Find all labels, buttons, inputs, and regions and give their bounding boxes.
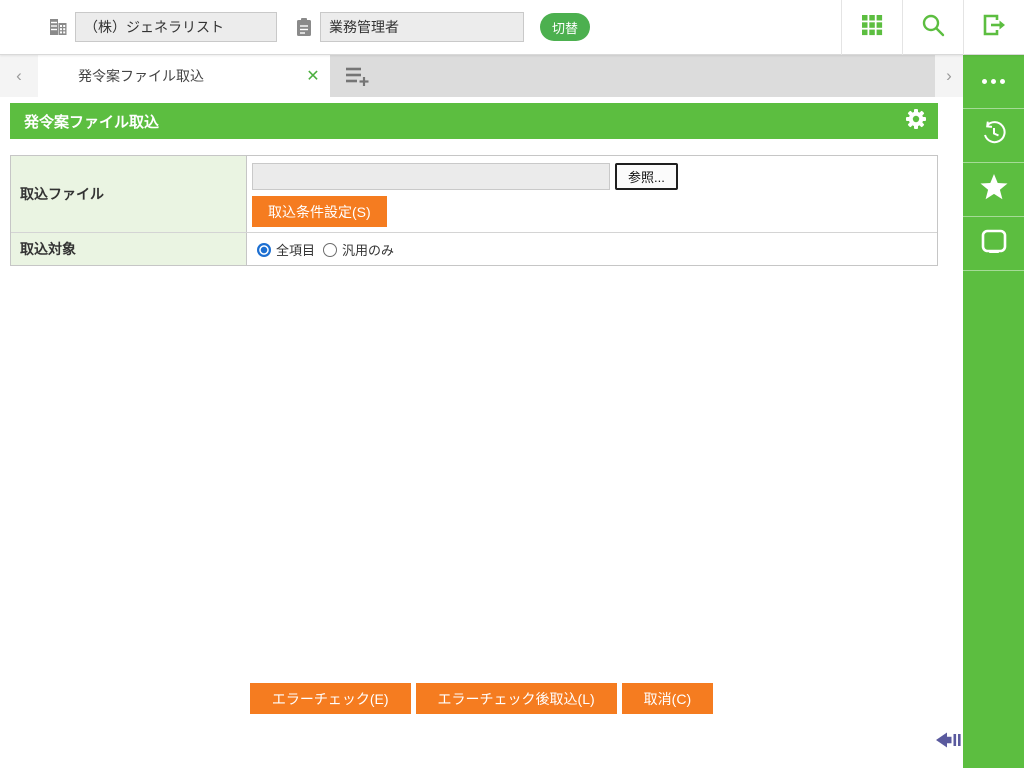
error-check-import-button[interactable]: エラーチェック後取込(L) <box>415 683 617 714</box>
search-button[interactable] <box>902 0 963 55</box>
logout-icon <box>981 12 1007 43</box>
form-label-file: 取込ファイル <box>11 156 247 232</box>
add-tab-icon <box>344 67 370 91</box>
search-icon <box>920 12 946 43</box>
form-label-target: 取込対象 <box>11 233 247 265</box>
settings-button[interactable] <box>894 103 938 139</box>
tab-label: 発令案ファイル取込 <box>78 68 204 84</box>
page-title-bar: 発令案ファイル取込 <box>10 103 938 139</box>
sidebar-favorites-button[interactable] <box>963 163 1024 217</box>
clipboard-icon <box>294 16 314 43</box>
tab-scroll-right[interactable]: › <box>935 55 963 97</box>
logout-button[interactable] <box>963 0 1024 55</box>
import-condition-button[interactable]: 取込条件設定(S) <box>252 196 387 227</box>
browse-button[interactable]: 参照... <box>615 163 678 190</box>
more-ellipsis-icon <box>982 79 1005 84</box>
tray-icon <box>981 229 1007 258</box>
apps-menu-button[interactable] <box>841 0 902 55</box>
building-icon <box>47 16 69 43</box>
star-icon <box>979 173 1009 206</box>
switch-button[interactable]: 切替 <box>540 13 590 41</box>
app-header: 切替 <box>0 0 1024 55</box>
chevron-right-icon: › <box>946 66 952 85</box>
tab-scroll-left[interactable]: ‹ <box>0 55 38 97</box>
gear-icon <box>905 108 927 135</box>
tab-close-icon[interactable]: ✕ <box>296 66 330 86</box>
chevron-left-icon: ‹ <box>16 66 22 85</box>
sidebar-more-button[interactable] <box>963 55 1024 109</box>
right-sidebar <box>963 55 1024 768</box>
apps-grid-icon <box>860 13 884 42</box>
role-input[interactable] <box>320 12 524 42</box>
radio-all-items-label: 全項目 <box>276 243 316 258</box>
file-path-input[interactable] <box>252 163 610 190</box>
import-form: 取込ファイル 参照... 取込条件設定(S) 取込対象 全項目 汎用のみ <box>10 155 938 266</box>
add-tab-button[interactable] <box>344 65 370 87</box>
radio-generic-only[interactable] <box>323 242 338 257</box>
action-button-row: エラーチェック(E) エラーチェック後取込(L) 取消(C) <box>0 683 963 714</box>
history-icon <box>980 119 1008 152</box>
radio-generic-only-label: 汎用のみ <box>342 243 395 258</box>
collapse-panel-icon <box>935 732 962 754</box>
radio-all-items[interactable] <box>257 242 271 257</box>
tab-bar: ‹ 発令案ファイル取込 ✕ › <box>0 55 963 97</box>
collapse-sidebar-button[interactable] <box>935 730 962 755</box>
company-input[interactable] <box>75 12 277 42</box>
tab-active[interactable]: 発令案ファイル取込 ✕ <box>38 55 330 97</box>
cancel-button[interactable]: 取消(C) <box>621 683 714 714</box>
sidebar-history-button[interactable] <box>963 109 1024 163</box>
error-check-button[interactable]: エラーチェック(E) <box>249 683 411 714</box>
page-title: 発令案ファイル取込 <box>24 113 160 131</box>
sidebar-tray-button[interactable] <box>963 217 1024 271</box>
